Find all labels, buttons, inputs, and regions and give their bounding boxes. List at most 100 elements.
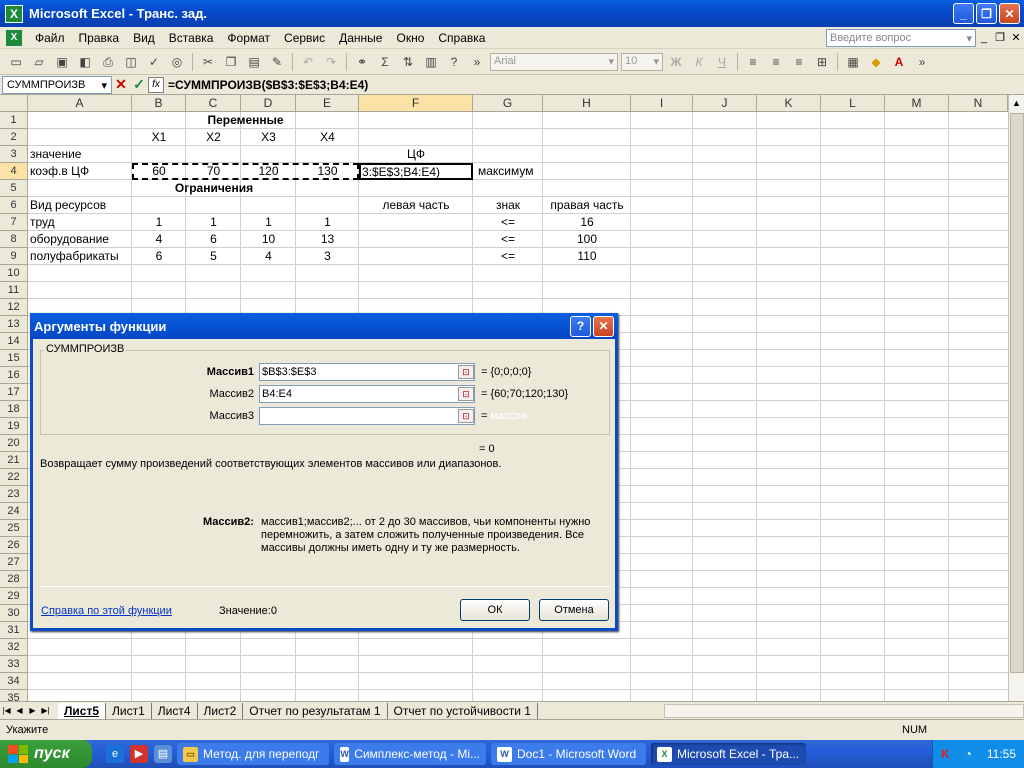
- row-header[interactable]: 10: [0, 265, 28, 282]
- collapse-dialog-icon[interactable]: ⊡: [458, 365, 474, 379]
- doc-minimize-icon[interactable]: _: [976, 32, 992, 44]
- cell-B2[interactable]: X1: [132, 129, 186, 146]
- close-button[interactable]: ✕: [999, 3, 1020, 24]
- help-link[interactable]: Справка по этой функции: [41, 605, 172, 617]
- column-header[interactable]: E: [296, 95, 359, 112]
- sheet-tab-active[interactable]: Лист5: [58, 702, 107, 719]
- font-size-select[interactable]: 10 ▾: [621, 52, 663, 71]
- taskbar-item[interactable]: W Симплекс-метод - Mi...: [334, 743, 486, 765]
- cell-A7[interactable]: труд: [28, 214, 132, 231]
- cell-A8[interactable]: оборудование: [28, 231, 132, 248]
- array1-input[interactable]: $B$3:$E$3 ⊡: [259, 363, 475, 381]
- sort-icon[interactable]: ⇅: [398, 53, 418, 71]
- preview-icon[interactable]: ◫: [121, 53, 141, 71]
- cell-F6[interactable]: левая часть: [359, 197, 473, 214]
- cell-A3[interactable]: значение: [28, 146, 132, 163]
- column-header[interactable]: G: [473, 95, 543, 112]
- ask-question-input[interactable]: Введите вопрос ▾: [826, 28, 976, 47]
- row-header[interactable]: 22: [0, 469, 28, 486]
- language-icon[interactable]: ◔: [965, 747, 972, 761]
- minimize-button[interactable]: _: [953, 3, 974, 24]
- cell-D7[interactable]: 1: [241, 214, 296, 231]
- cell-C2[interactable]: X2: [186, 129, 241, 146]
- menu-tools[interactable]: Сервис: [277, 31, 332, 45]
- cell-B4[interactable]: 60: [132, 163, 186, 180]
- chart-icon[interactable]: ▥: [421, 53, 441, 71]
- research-icon[interactable]: ◎: [167, 53, 187, 71]
- sheet-tab[interactable]: Отчет по устойчивости 1: [388, 702, 538, 719]
- underline-icon[interactable]: Ч: [712, 53, 732, 71]
- row-header[interactable]: 11: [0, 282, 28, 299]
- cell-H8[interactable]: 100: [543, 231, 631, 248]
- taskbar-item[interactable]: W Doc1 - Microsoft Word: [491, 743, 646, 765]
- row-header[interactable]: 5: [0, 180, 28, 197]
- open-icon[interactable]: ▱: [29, 53, 49, 71]
- cancel-button[interactable]: Отмена: [539, 599, 609, 621]
- collapse-dialog-icon[interactable]: ⊡: [458, 409, 474, 423]
- row-header[interactable]: 18: [0, 401, 28, 418]
- cell-C8[interactable]: 6: [186, 231, 241, 248]
- row-header[interactable]: 13: [0, 316, 28, 333]
- row-header[interactable]: 27: [0, 554, 28, 571]
- ie-icon[interactable]: e: [106, 745, 124, 763]
- row-header[interactable]: 4: [0, 163, 28, 180]
- workbook-icon[interactable]: X: [6, 29, 22, 46]
- scroll-up-icon[interactable]: ▲: [1009, 95, 1024, 112]
- column-header[interactable]: I: [631, 95, 693, 112]
- formula-input[interactable]: =СУММПРОИЗВ($B$3:$E$3;B4:E4): [168, 78, 368, 92]
- cell-E2[interactable]: X4: [296, 129, 359, 146]
- row-header[interactable]: 15: [0, 350, 28, 367]
- cut-icon[interactable]: ✂: [198, 53, 218, 71]
- cell-A9[interactable]: полуфабрикаты: [28, 248, 132, 265]
- row-header[interactable]: 7: [0, 214, 28, 231]
- row-header[interactable]: 24: [0, 503, 28, 520]
- row-header[interactable]: 2: [0, 129, 28, 146]
- row-header[interactable]: 26: [0, 537, 28, 554]
- taskbar-item-active[interactable]: X Microsoft Excel - Тра...: [651, 743, 806, 765]
- sheet-tab[interactable]: Лист4: [152, 702, 198, 719]
- vertical-scrollbar[interactable]: ▲: [1008, 95, 1024, 707]
- cell-G4[interactable]: максимум: [476, 163, 546, 180]
- column-header[interactable]: N: [949, 95, 1008, 112]
- cell-D8[interactable]: 10: [241, 231, 296, 248]
- autosum-icon[interactable]: Σ: [375, 53, 395, 71]
- align-left-icon[interactable]: ≡: [743, 53, 763, 71]
- borders-icon[interactable]: ▦: [843, 53, 863, 71]
- first-sheet-icon[interactable]: |◀: [0, 706, 13, 715]
- row-header[interactable]: 21: [0, 452, 28, 469]
- row-header[interactable]: 34: [0, 673, 28, 690]
- cell-C7[interactable]: 1: [186, 214, 241, 231]
- dialog-help-button[interactable]: ?: [570, 315, 591, 337]
- prev-sheet-icon[interactable]: ◀: [13, 706, 26, 715]
- cell-G7[interactable]: <=: [473, 214, 543, 231]
- row-header[interactable]: 29: [0, 588, 28, 605]
- cell-title-variables[interactable]: Переменные: [132, 112, 359, 129]
- row-header[interactable]: 6: [0, 197, 28, 214]
- menu-window[interactable]: Окно: [389, 31, 431, 45]
- cell-H7[interactable]: 16: [543, 214, 631, 231]
- taskbar-item[interactable]: ▭ Метод. для переподг: [177, 743, 329, 765]
- menu-format[interactable]: Формат: [220, 31, 277, 45]
- row-header[interactable]: 12: [0, 299, 28, 316]
- cell-E8[interactable]: 13: [296, 231, 359, 248]
- fill-color-icon[interactable]: ◆: [866, 53, 886, 71]
- cell-E9[interactable]: 3: [296, 248, 359, 265]
- more-options-icon[interactable]: »: [467, 53, 487, 71]
- help-icon[interactable]: ?: [444, 53, 464, 71]
- new-icon[interactable]: ▭: [6, 53, 26, 71]
- cell-E7[interactable]: 1: [296, 214, 359, 231]
- start-button[interactable]: пуск: [0, 740, 92, 768]
- cell-title-constraints[interactable]: Ограничения: [132, 180, 296, 197]
- column-header[interactable]: F: [359, 95, 473, 112]
- doc-close-icon[interactable]: ✕: [1008, 31, 1024, 44]
- array3-input[interactable]: ⊡: [259, 407, 475, 425]
- cell-H9[interactable]: 110: [543, 248, 631, 265]
- align-right-icon[interactable]: ≡: [789, 53, 809, 71]
- row-header[interactable]: 1: [0, 112, 28, 129]
- paste-icon[interactable]: ▤: [244, 53, 264, 71]
- format-painter-icon[interactable]: ✎: [267, 53, 287, 71]
- font-color-icon[interactable]: A: [889, 53, 909, 71]
- toolbar-options-icon[interactable]: »: [912, 53, 932, 71]
- select-all-corner[interactable]: [0, 95, 28, 112]
- spelling-icon[interactable]: ✓: [144, 53, 164, 71]
